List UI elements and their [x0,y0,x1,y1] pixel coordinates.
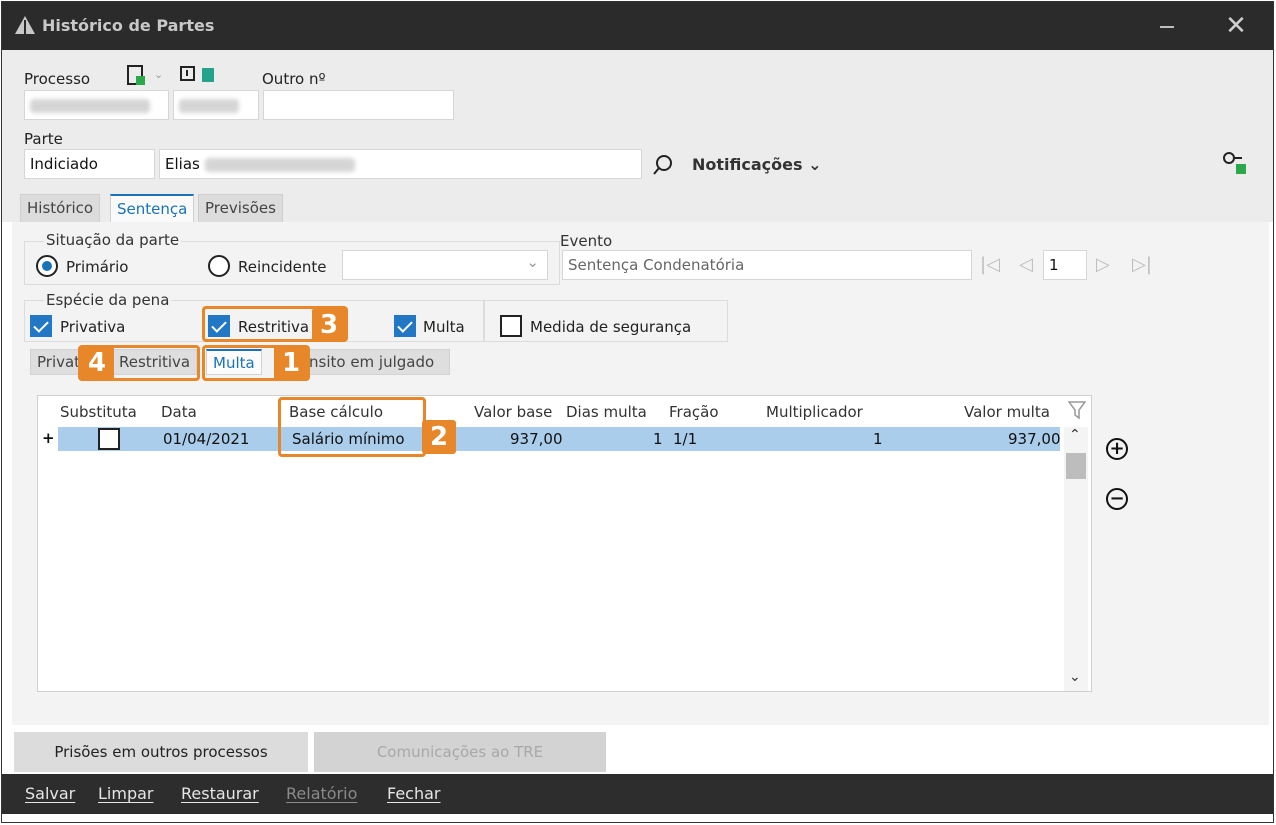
processo-field-2[interactable] [173,90,259,120]
relatorio-button[interactable]: Relatório [286,784,357,803]
page-field[interactable]: 1 [1043,250,1087,280]
cell-data: 01/04/2021 [163,430,250,448]
subtab-transito[interactable]: nsito em julgado [302,349,450,375]
fechar-button[interactable]: Fechar [387,784,441,803]
search-icon[interactable] [652,154,674,180]
processo-field[interactable] [24,90,169,120]
parte-label: Parte [24,130,63,148]
substituta-checkbox[interactable] [98,428,120,450]
parte-nome-field[interactable]: Elias [159,149,642,179]
cell-valor-multa: 937,00 [1008,430,1061,448]
cell-multiplicador: 1 [873,430,883,448]
col-fracao[interactable]: Fração [669,403,719,421]
cell-dias-multa: 1 [653,430,663,448]
scroll-down-icon[interactable]: ⌄ [1069,669,1081,685]
tab-bar: Histórico Sentença Previsões [2,194,1273,222]
row-expand-icon[interactable]: + [42,429,55,447]
next-page-icon[interactable]: ▷ [1096,254,1110,275]
title-bar: Histórico de Partes ✕ [2,2,1273,50]
multa-label: Multa [423,318,465,336]
limpar-button[interactable]: Limpar [98,784,153,803]
evento-label: Evento [560,232,613,250]
col-valor-multa[interactable]: Valor multa [964,403,1050,421]
cell-valor-base: 937,00 [510,430,563,448]
note-icon[interactable] [180,66,196,88]
parte-tipo-field[interactable]: Indiciado [24,149,155,179]
medida-label: Medida de segurança [530,318,692,336]
callout-badge-3: 3 [312,308,346,342]
add-row-icon[interactable]: + [1106,438,1128,460]
chevron-down-icon: ⌄ [808,155,822,174]
reincidente-select[interactable]: ⌄ [342,250,548,280]
outro-numero-field[interactable] [263,90,454,120]
minimize-button[interactable] [1160,26,1174,28]
especie-label: Espécie da pena [44,291,172,309]
remove-row-icon[interactable]: − [1106,488,1128,510]
multa-grid: Substituta Data Base cálculo Valor base … [37,395,1092,692]
key-icon[interactable] [1222,150,1248,180]
restaurar-button[interactable]: Restaurar [181,784,259,803]
comunicacoes-button[interactable]: Comunicações ao TRE [314,732,606,772]
privativa-label: Privativa [60,318,126,336]
redacted-text [179,98,239,113]
col-multiplicador[interactable]: Multiplicador [766,403,863,421]
cell-fracao: 1/1 [673,430,698,448]
primario-radio[interactable] [36,255,58,277]
tab-historico[interactable]: Histórico [20,194,101,222]
subtab-privativa[interactable]: Privat [30,349,82,375]
privativa-checkbox[interactable] [30,315,52,337]
chevron-down-icon[interactable]: ⌄ [154,68,163,81]
col-valor-base[interactable]: Valor base [474,403,552,421]
tab-previsoes[interactable]: Previsões [198,194,283,222]
app-logo-icon [15,16,35,38]
footer-toolbar: Salvar Limpar Restaurar Relatório Fechar [2,774,1273,814]
salvar-button[interactable]: Salvar [25,784,75,803]
prisoes-button[interactable]: Prisões em outros processos [14,732,308,772]
header-panel: Processo ⌄ Outro nº Parte Indiciado Elia… [2,50,1273,194]
parte-nome-text: Elias [165,155,200,173]
outro-numero-label: Outro nº [262,70,326,88]
redacted-text [204,157,355,172]
multa-checkbox[interactable] [394,315,416,337]
processo-label: Processo [24,70,91,88]
callout-badge-1: 1 [274,346,308,380]
scroll-thumb[interactable] [1066,453,1086,479]
prev-page-icon[interactable]: ◁ [1019,254,1033,275]
tab-sentenca[interactable]: Sentença [110,194,195,222]
last-page-icon[interactable]: ▷| [1132,254,1152,275]
vertical-scrollbar[interactable]: ⌃ ⌄ [1064,427,1088,691]
callout-box-2 [278,397,426,457]
notificacoes-label: Notificações [692,155,803,174]
col-substituta[interactable]: Substituta [60,403,137,421]
chevron-down-icon: ⌄ [526,253,539,271]
callout-badge-4: 4 [80,346,114,380]
document-icon[interactable] [126,64,148,92]
callout-badge-2: 2 [422,420,456,454]
sentenca-panel: Situação da parte Primário Reincidente ⌄… [12,222,1269,725]
close-window-button[interactable]: ✕ [1222,12,1250,40]
status-color-icon [202,68,214,82]
redacted-text [30,98,150,113]
medida-checkbox[interactable] [500,315,522,337]
col-data[interactable]: Data [161,403,197,421]
reincidente-label: Reincidente [238,258,327,276]
table-row[interactable]: 01/04/2021 Salário mínimo 937,00 1 1/1 1… [58,427,1061,451]
primario-label: Primário [66,258,129,276]
window: Histórico de Partes ✕ Processo ⌄ Outro n… [1,1,1274,823]
window-title: Histórico de Partes [42,16,215,35]
col-dias-multa[interactable]: Dias multa [566,403,647,421]
filter-icon[interactable] [1067,400,1087,424]
scroll-up-icon[interactable]: ⌃ [1069,427,1081,443]
first-page-icon[interactable]: |◁ [980,254,1000,275]
reincidente-radio[interactable] [208,255,230,277]
evento-field[interactable]: Sentença Condenatória [562,250,972,280]
notificacoes-dropdown[interactable]: Notificações ⌄ [692,155,822,174]
situacao-label: Situação da parte [44,231,182,249]
